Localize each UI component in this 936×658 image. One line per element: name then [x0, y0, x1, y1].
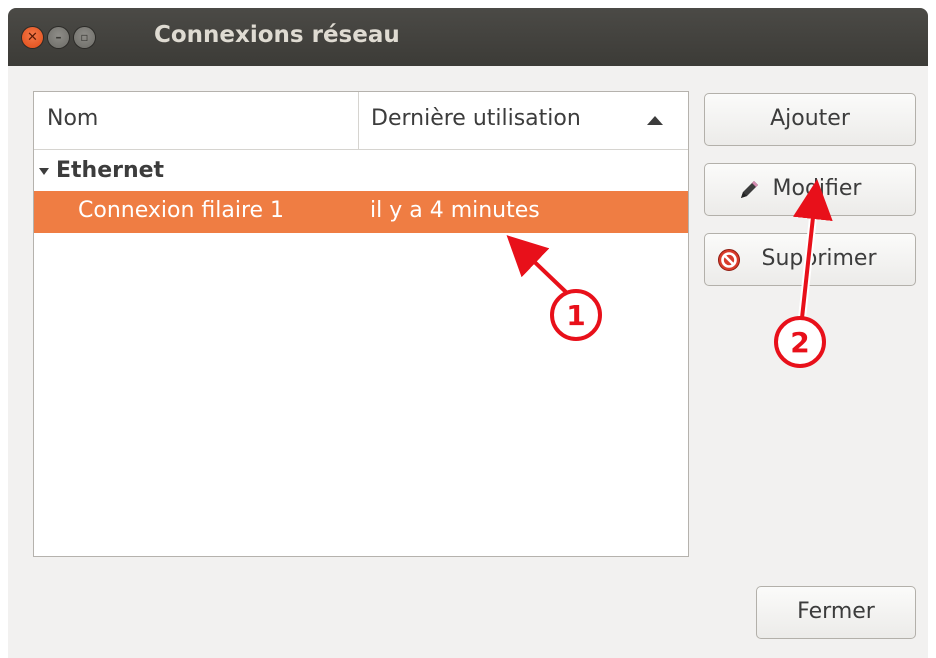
- window-maximize-button[interactable]: ▫: [74, 27, 95, 48]
- window-close-button[interactable]: ✕: [22, 27, 43, 48]
- expander-arrow-icon[interactable]: [39, 168, 49, 175]
- list-header: Nom Dernière utilisation: [34, 92, 688, 150]
- group-label: Ethernet: [56, 158, 165, 183]
- edit-button[interactable]: Modifier: [704, 163, 916, 216]
- edit-button-label: Modifier: [772, 176, 862, 201]
- minimize-icon: –: [55, 30, 62, 44]
- close-button[interactable]: Fermer: [756, 586, 916, 639]
- column-header-name-label: Nom: [47, 106, 99, 131]
- group-row-ethernet[interactable]: Ethernet: [34, 152, 688, 190]
- delete-button-label: Supprimer: [761, 246, 877, 271]
- close-icon: ✕: [27, 30, 38, 45]
- maximize-icon: ▫: [80, 30, 89, 44]
- close-button-label: Fermer: [797, 599, 875, 624]
- connection-name: Connexion filaire 1: [78, 198, 285, 223]
- add-button-label: Ajouter: [770, 106, 850, 131]
- delete-button[interactable]: Supprimer: [704, 233, 916, 286]
- column-header-name[interactable]: Nom: [34, 92, 359, 149]
- title-bar: ✕ – ▫ Connexions réseau: [8, 8, 928, 66]
- network-connections-window: ✕ – ▫ Connexions réseau Nom Dernière uti…: [8, 8, 928, 658]
- window-minimize-button[interactable]: –: [48, 27, 69, 48]
- column-header-last-used-label: Dernière utilisation: [371, 106, 581, 131]
- sort-ascending-icon: [647, 116, 663, 125]
- connections-list[interactable]: Nom Dernière utilisation Ethernet Connex…: [33, 91, 689, 557]
- connection-last-used: il y a 4 minutes: [370, 198, 540, 223]
- window-title: Connexions réseau: [154, 22, 400, 48]
- add-button[interactable]: Ajouter: [704, 93, 916, 146]
- column-header-last-used[interactable]: Dernière utilisation: [359, 92, 688, 149]
- connection-row[interactable]: Connexion filaire 1 il y a 4 minutes: [34, 191, 688, 233]
